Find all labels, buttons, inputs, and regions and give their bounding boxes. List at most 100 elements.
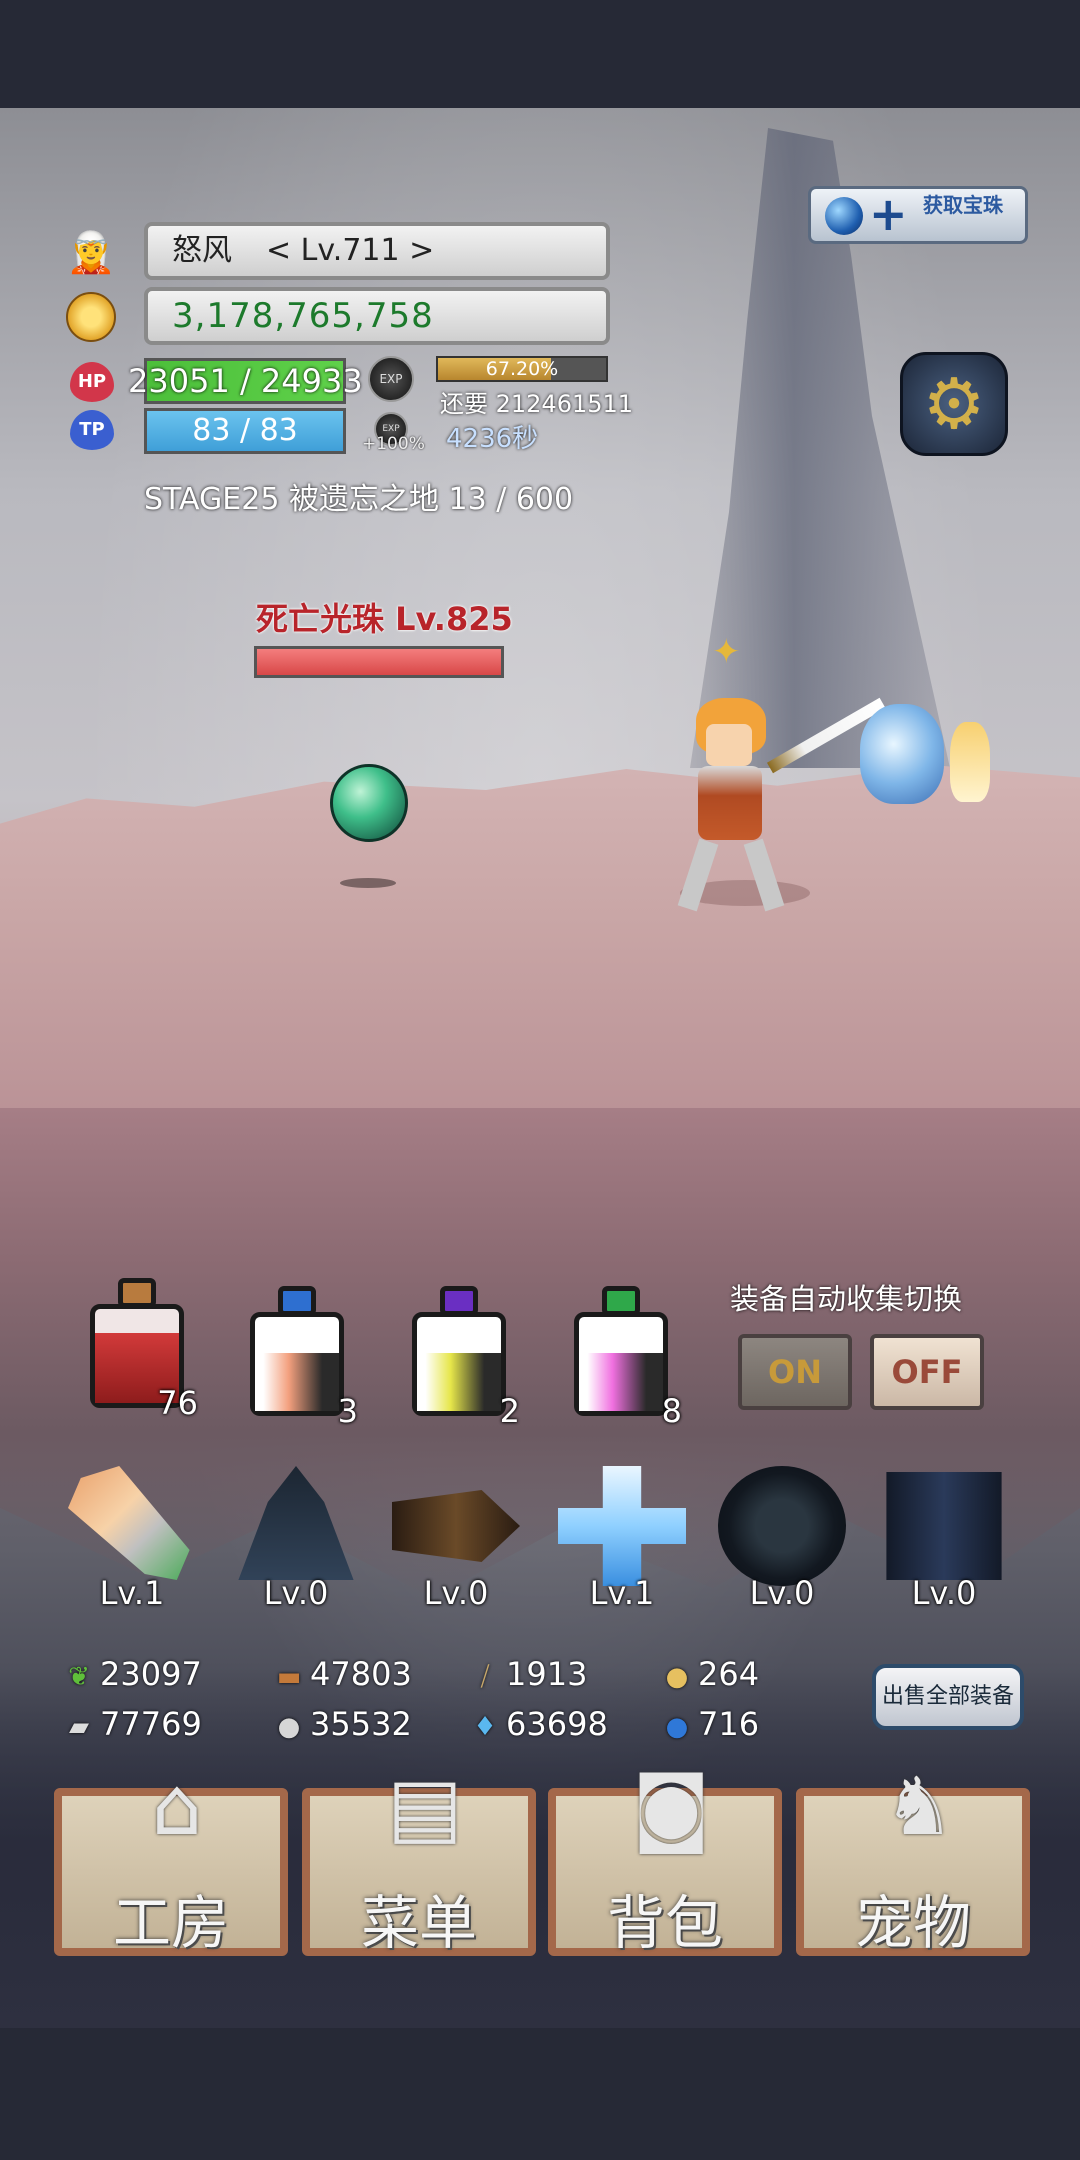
enemy-hp-bar bbox=[254, 646, 504, 678]
equipment-slot[interactable]: Lv.1 bbox=[544, 1458, 700, 1618]
resource-wood: ▬ 47803 bbox=[272, 1654, 412, 1694]
player-name-box[interactable]: 怒风 < Lv.711 > bbox=[144, 222, 610, 280]
plank-icon: ⧸ bbox=[480, 1662, 490, 1692]
equipment-slot[interactable]: Lv.0 bbox=[378, 1458, 534, 1618]
resource-value: 1913 bbox=[506, 1655, 588, 1693]
gold-amount: 3,178,765,758 bbox=[144, 287, 610, 345]
hero-character bbox=[650, 690, 820, 920]
blue-gem-icon: ● bbox=[665, 1712, 689, 1742]
equipment-level: Lv.0 bbox=[263, 1574, 329, 1612]
equipment-slot[interactable]: Lv.1 bbox=[54, 1458, 210, 1618]
hero-body bbox=[698, 766, 762, 840]
resource-plank: ⧸ 1913 bbox=[468, 1654, 588, 1694]
bag-button[interactable]: ◙ 背包 bbox=[548, 1760, 782, 1957]
exp-percent: 67.20% bbox=[485, 358, 559, 380]
equipment-level: Lv.1 bbox=[589, 1574, 655, 1612]
potion-slot[interactable]: 8 bbox=[566, 1280, 682, 1430]
potion-bottle-icon bbox=[574, 1312, 668, 1416]
equipment-slot[interactable]: Lv.0 bbox=[866, 1458, 1022, 1618]
exp-badge-icon: EXP bbox=[368, 356, 414, 402]
auto-collect-title: 装备自动收集切换 bbox=[730, 1282, 963, 1316]
feather-sword-icon bbox=[68, 1466, 190, 1580]
player-level: < Lv.711 > bbox=[266, 233, 435, 268]
workshop-button[interactable]: ⌂ 工房 bbox=[54, 1760, 288, 1957]
resource-iron: ▰ 77769 bbox=[62, 1704, 202, 1744]
enemy-orb[interactable] bbox=[330, 764, 408, 842]
enemy-hp-fill bbox=[257, 649, 501, 675]
status-bar-area bbox=[0, 0, 1080, 108]
resource-value: 77769 bbox=[100, 1705, 202, 1743]
potion-count: 3 bbox=[337, 1392, 358, 1430]
resource-stone: ● 35532 bbox=[272, 1704, 412, 1744]
player-portrait-icon: 🧝 bbox=[66, 230, 116, 276]
equipment-slot[interactable]: Lv.0 bbox=[218, 1458, 374, 1618]
house-icon: ⌂ bbox=[151, 1760, 203, 1853]
exp-remaining: 还要 212461511 bbox=[440, 390, 634, 418]
resource-value: 23097 bbox=[100, 1655, 202, 1693]
pet-button[interactable]: ♞ 宠物 bbox=[796, 1760, 1030, 1957]
navigation-bar-area bbox=[0, 2028, 1080, 2160]
auto-collect-on-button[interactable]: ON bbox=[738, 1334, 852, 1410]
equipment-level: Lv.1 bbox=[99, 1574, 165, 1612]
bag-label: 背包 bbox=[606, 1889, 723, 1957]
workshop-label: 工房 bbox=[112, 1889, 229, 1957]
golden-drop-icon: ● bbox=[665, 1662, 689, 1692]
auto-collect-off-button[interactable]: OFF bbox=[870, 1334, 984, 1410]
fairy-companion bbox=[950, 722, 990, 802]
settings-button[interactable]: ⚙ bbox=[900, 352, 1008, 456]
ice-cross-icon bbox=[558, 1466, 686, 1586]
dark-armor-icon bbox=[238, 1466, 354, 1580]
resource-value: 264 bbox=[698, 1655, 760, 1693]
get-gem-label: 获取宝珠 bbox=[923, 193, 1003, 217]
potion-slot[interactable]: 76 bbox=[82, 1272, 198, 1422]
potion-slot[interactable]: 3 bbox=[242, 1280, 358, 1430]
enemy-name: 死亡光珠 Lv.825 bbox=[256, 600, 513, 638]
hero-face bbox=[706, 724, 752, 766]
book-icon: ▤ bbox=[387, 1760, 463, 1853]
pet-label: 宠物 bbox=[854, 1889, 971, 1957]
player-name: 怒风 bbox=[172, 233, 232, 268]
spark-effect-icon: ✦ bbox=[712, 632, 741, 672]
gear-icon: ⚙ bbox=[922, 363, 986, 445]
stage-progress: STAGE25 被遗忘之地 13 / 600 bbox=[144, 482, 574, 517]
potion-count: 2 bbox=[499, 1392, 520, 1430]
potion-slot[interactable]: 2 bbox=[404, 1280, 520, 1430]
hero-leg bbox=[743, 838, 785, 912]
dragon-icon: ♞ bbox=[883, 1760, 955, 1853]
iron-ingot-icon: ▰ bbox=[69, 1712, 89, 1742]
get-gem-button[interactable]: + 获取宝珠 bbox=[808, 186, 1028, 244]
resource-value: 63698 bbox=[506, 1705, 608, 1743]
equipment-level: Lv.0 bbox=[423, 1574, 489, 1612]
backpack-icon: ◙ bbox=[632, 1760, 710, 1853]
equipment-level: Lv.0 bbox=[749, 1574, 815, 1612]
potion-bottle-icon bbox=[250, 1312, 344, 1416]
dark-gauntlet-icon bbox=[886, 1472, 1002, 1580]
hp-heart-icon: HP bbox=[70, 362, 114, 402]
pet-companion bbox=[860, 704, 944, 804]
exp-boost-time: 4236秒 bbox=[446, 424, 539, 454]
herb-icon: ❦ bbox=[68, 1662, 90, 1692]
resource-flame: ♦ 63698 bbox=[468, 1704, 608, 1744]
gold-coin-icon bbox=[66, 292, 116, 342]
potion-bottle-icon bbox=[412, 1312, 506, 1416]
hp-value: 23051 / 24933 bbox=[128, 362, 363, 400]
tp-heart-icon: TP bbox=[70, 410, 114, 450]
gem-icon bbox=[825, 197, 863, 235]
plateau-ground bbox=[0, 764, 1080, 1168]
dark-ring-icon bbox=[718, 1466, 846, 1586]
equipment-slot[interactable]: Lv.0 bbox=[704, 1458, 860, 1618]
hero-leg bbox=[677, 838, 719, 912]
potion-cap bbox=[602, 1286, 640, 1316]
plus-icon: + bbox=[869, 187, 908, 241]
equipment-level: Lv.0 bbox=[911, 1574, 977, 1612]
sell-all-button[interactable]: 出售全部装备 bbox=[872, 1664, 1024, 1730]
potion-count: 8 bbox=[661, 1392, 682, 1430]
resource-value: 47803 bbox=[310, 1655, 412, 1693]
potion-liquid bbox=[417, 1352, 501, 1411]
dark-arrow-icon bbox=[392, 1490, 520, 1562]
menu-button[interactable]: ▤ 菜单 bbox=[302, 1760, 536, 1957]
potion-liquid bbox=[255, 1352, 339, 1411]
resource-drop: ● 264 bbox=[660, 1654, 759, 1694]
blue-flame-icon: ♦ bbox=[473, 1712, 497, 1742]
potion-cap bbox=[118, 1278, 156, 1308]
